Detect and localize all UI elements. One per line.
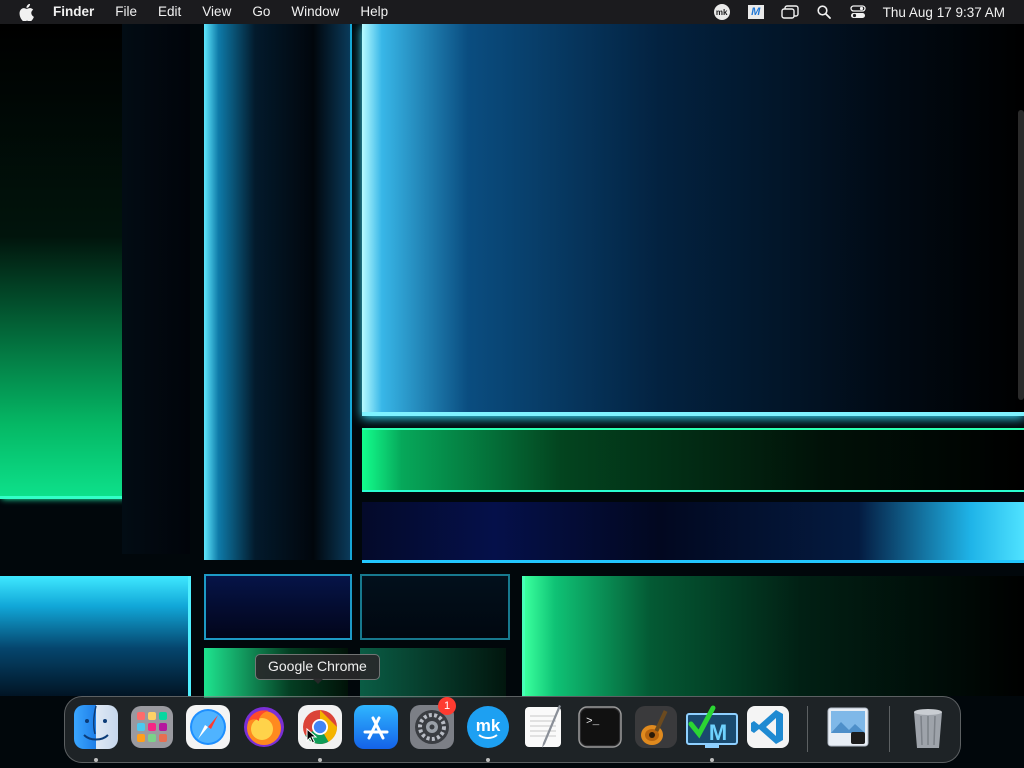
dock-separator	[889, 706, 890, 752]
dock-app-mk[interactable]: mk	[465, 704, 511, 750]
wallpaper-panel	[0, 576, 191, 696]
wallpaper-panel	[362, 24, 1024, 416]
mk-icon-text: mk	[713, 4, 730, 20]
m-monitor-icon: M	[686, 705, 738, 748]
dock-app-launchpad[interactable]	[129, 704, 175, 750]
m-app-status-icon[interactable]: M	[745, 3, 767, 21]
control-center-icon[interactable]	[847, 3, 869, 21]
dock-app-safari[interactable]	[185, 704, 231, 750]
dock-separator	[807, 706, 808, 752]
notification-badge: 1	[438, 697, 456, 715]
finder-icon	[74, 705, 118, 749]
launchpad-icon	[131, 706, 173, 748]
window-switcher-icon[interactable]	[779, 3, 801, 21]
running-indicator	[710, 758, 714, 762]
garageband-icon	[635, 706, 677, 748]
dock-app-vscode[interactable]	[745, 704, 791, 750]
dock-tooltip-arrow	[312, 678, 324, 684]
menu-bar-left: Finder File Edit View Go Window Help	[0, 0, 409, 24]
safari-icon	[186, 705, 230, 749]
wallpaper-panel	[360, 648, 506, 698]
dock-app-textedit[interactable]	[521, 704, 567, 750]
menu-bar-clock[interactable]: Thu Aug 17 9:37 AM	[883, 5, 1005, 20]
chrome-icon	[298, 705, 342, 749]
dock-app-preview[interactable]	[825, 704, 871, 750]
dock-app-finder[interactable]	[73, 704, 119, 750]
wallpaper-panel	[522, 576, 1024, 696]
dock-app-m-monitor[interactable]: M	[685, 704, 739, 750]
dock-app-system-settings[interactable]: 1	[409, 697, 456, 750]
mk-app-text: mk	[476, 716, 501, 735]
mouse-cursor-icon	[306, 728, 318, 744]
app-store-icon	[354, 705, 398, 749]
dock-app-terminal[interactable]: >_	[577, 704, 623, 750]
dock-tooltip: Google Chrome	[255, 654, 380, 680]
wallpaper-panel	[360, 574, 510, 640]
textedit-icon	[525, 705, 561, 748]
dock-app-firefox[interactable]	[241, 704, 287, 750]
vscode-icon	[747, 706, 789, 748]
m-icon-text: M	[747, 5, 764, 19]
running-indicator	[318, 758, 322, 762]
m-monitor-letter: M	[709, 720, 727, 745]
apple-menu-icon[interactable]	[19, 3, 35, 21]
wallpaper-panel	[362, 502, 1024, 563]
wallpaper-panel	[0, 24, 125, 499]
menu-app-name[interactable]: Finder	[53, 0, 94, 24]
preview-icon	[827, 707, 869, 747]
dock-app-trash[interactable]	[905, 704, 951, 750]
desktop-wallpaper	[0, 0, 1024, 768]
menu-window[interactable]: Window	[291, 0, 339, 24]
menu-view[interactable]: View	[202, 0, 231, 24]
dock-app-garageband[interactable]	[633, 704, 679, 750]
menu-bar: Finder File Edit View Go Window Help mk …	[0, 0, 1024, 24]
firefox-icon	[244, 707, 284, 747]
mk-app-icon: mk	[467, 706, 509, 748]
wallpaper-panel	[204, 574, 352, 640]
running-indicator	[486, 758, 490, 762]
menu-help[interactable]: Help	[360, 0, 388, 24]
terminal-icon: >_	[578, 706, 622, 748]
running-indicator	[94, 758, 98, 762]
screen-edge-handle	[1018, 110, 1024, 400]
wallpaper-panel	[204, 24, 352, 560]
menu-file[interactable]: File	[115, 0, 137, 24]
wallpaper-panel	[122, 24, 190, 554]
wallpaper-panel	[362, 428, 1024, 492]
trash-icon	[914, 709, 942, 748]
mk-status-icon[interactable]: mk	[711, 3, 733, 21]
dock-app-app-store[interactable]	[353, 704, 399, 750]
menu-bar-right: mk M Thu Aug 17 9:37 AM	[699, 0, 1024, 24]
spotlight-search-icon[interactable]	[813, 3, 835, 21]
dock-app-chrome[interactable]	[297, 704, 343, 750]
terminal-prompt-text: >_	[586, 716, 600, 728]
menu-go[interactable]: Go	[252, 0, 270, 24]
menu-edit[interactable]: Edit	[158, 0, 181, 24]
